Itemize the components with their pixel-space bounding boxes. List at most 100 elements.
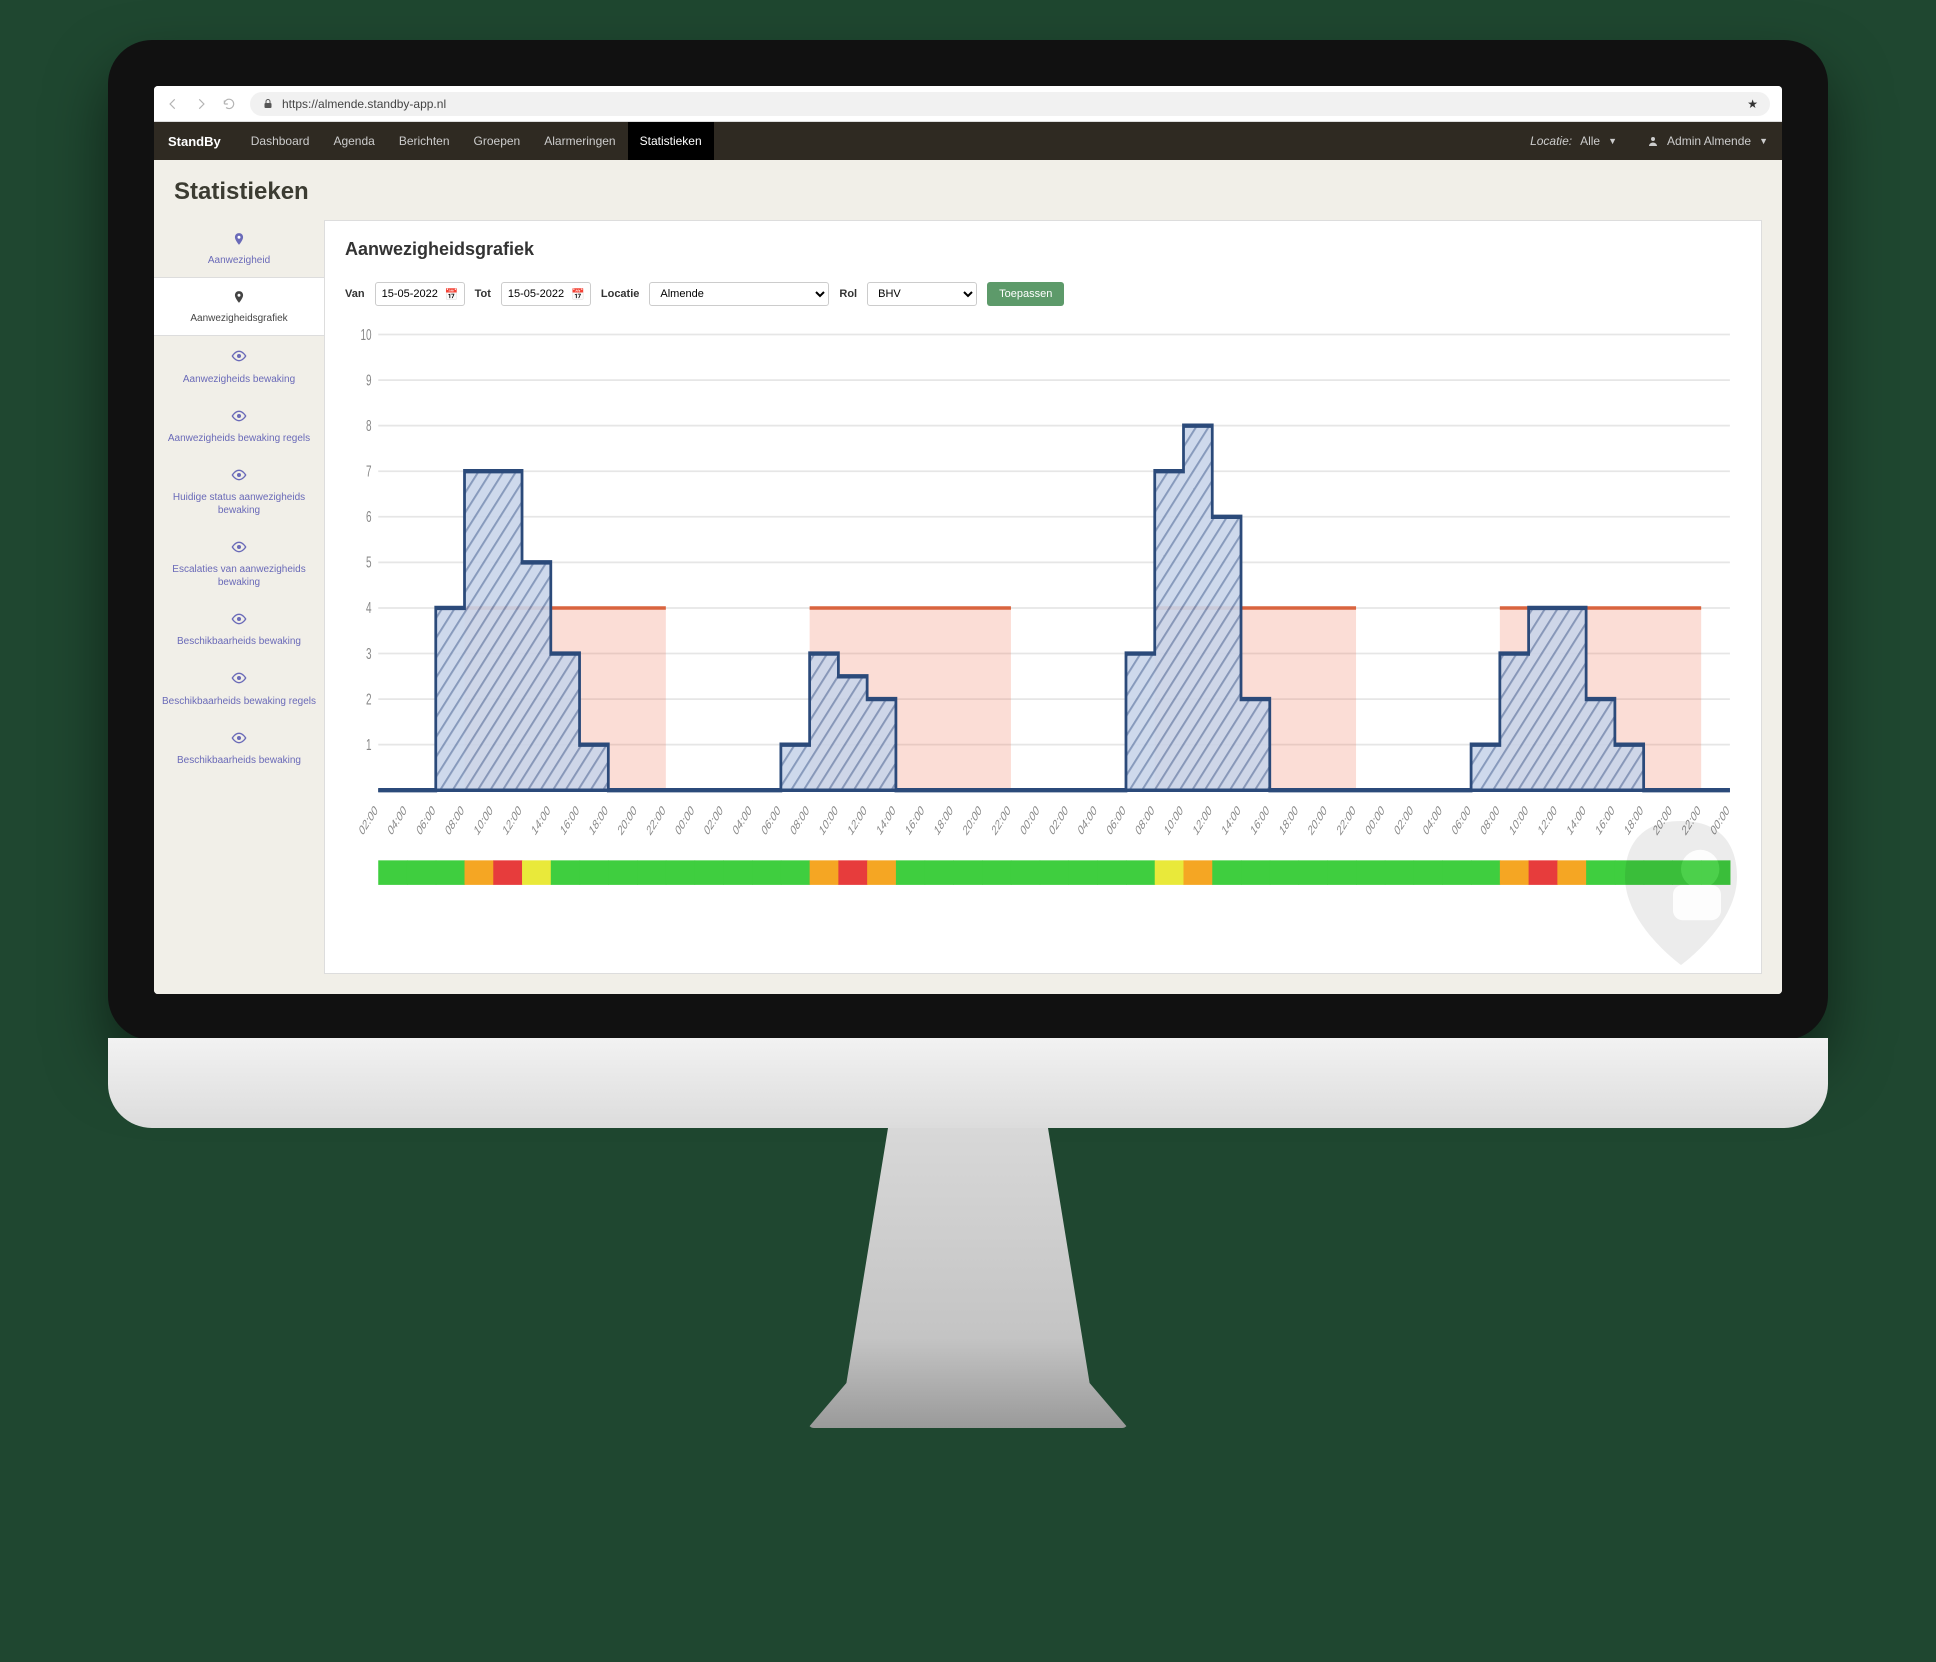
svg-text:08:00: 08:00 <box>1479 802 1502 838</box>
svg-text:22:00: 22:00 <box>645 802 668 838</box>
star-icon[interactable]: ★ <box>1747 97 1758 111</box>
svg-text:22:00: 22:00 <box>1335 802 1358 838</box>
svg-text:16:00: 16:00 <box>1594 802 1617 838</box>
rol-select[interactable]: BHV <box>867 282 977 306</box>
svg-text:06:00: 06:00 <box>1450 802 1473 838</box>
sidebar-item-6[interactable]: Beschikbaarheids bewaking <box>154 599 324 658</box>
svg-text:04:00: 04:00 <box>731 802 754 838</box>
svg-text:16:00: 16:00 <box>559 802 582 838</box>
nav-item-dashboard[interactable]: Dashboard <box>239 122 322 160</box>
svg-text:10:00: 10:00 <box>472 802 495 838</box>
sidebar-item-7[interactable]: Beschikbaarheids bewaking regels <box>154 658 324 717</box>
svg-text:20:00: 20:00 <box>1651 802 1674 838</box>
svg-text:08:00: 08:00 <box>789 802 812 838</box>
svg-text:10:00: 10:00 <box>817 802 840 838</box>
sidebar-item-2[interactable]: Aanwezigheids bewaking <box>154 336 324 395</box>
location-value[interactable]: Alle <box>1580 134 1600 148</box>
sidebar: AanwezigheidAanwezigheidsgrafiekAanwezig… <box>154 220 324 994</box>
filters: Van 📅 Tot 📅 Locatie Almende <box>345 282 1741 306</box>
svg-text:00:00: 00:00 <box>1019 802 1042 838</box>
svg-text:02:00: 02:00 <box>357 802 380 838</box>
app-nav: StandBy DashboardAgendaBerichtenGroepenA… <box>154 122 1782 160</box>
presence-chart: 1234567891002:0004:0006:0008:0010:0012:0… <box>345 324 1741 955</box>
svg-text:12:00: 12:00 <box>1191 802 1214 838</box>
svg-text:7: 7 <box>366 462 372 480</box>
svg-text:02:00: 02:00 <box>702 802 725 838</box>
svg-text:10:00: 10:00 <box>1162 802 1185 838</box>
pin-icon <box>160 290 318 308</box>
pin-icon <box>160 232 318 250</box>
sidebar-item-4[interactable]: Huidige status aanwezigheids bewaking <box>154 455 324 527</box>
nav-item-groepen[interactable]: Groepen <box>462 122 533 160</box>
svg-text:08:00: 08:00 <box>444 802 467 838</box>
brand[interactable]: StandBy <box>168 134 221 149</box>
svg-text:18:00: 18:00 <box>932 802 955 838</box>
reload-icon[interactable] <box>222 97 236 111</box>
svg-text:5: 5 <box>366 553 372 571</box>
svg-text:02:00: 02:00 <box>1047 802 1070 838</box>
url-text: https://almende.standby-app.nl <box>282 97 446 111</box>
svg-text:02:00: 02:00 <box>1393 802 1416 838</box>
svg-text:20:00: 20:00 <box>1306 802 1329 838</box>
chevron-down-icon[interactable]: ▼ <box>1759 136 1768 146</box>
user-icon <box>1647 135 1659 147</box>
monitor-stand <box>808 1128 1128 1428</box>
svg-text:18:00: 18:00 <box>587 802 610 838</box>
nav-item-statistieken[interactable]: Statistieken <box>628 122 714 160</box>
sidebar-item-1[interactable]: Aanwezigheidsgrafiek <box>154 277 324 336</box>
rol-label: Rol <box>839 288 857 300</box>
svg-text:10:00: 10:00 <box>1508 802 1531 838</box>
sidebar-item-3[interactable]: Aanwezigheids bewaking regels <box>154 396 324 455</box>
svg-text:16:00: 16:00 <box>1249 802 1272 838</box>
user-name[interactable]: Admin Almende <box>1667 134 1751 148</box>
svg-text:06:00: 06:00 <box>760 802 783 838</box>
svg-text:16:00: 16:00 <box>904 802 927 838</box>
locatie-select[interactable]: Almende <box>649 282 829 306</box>
nav-item-berichten[interactable]: Berichten <box>387 122 462 160</box>
svg-text:4: 4 <box>366 599 372 617</box>
screen: https://almende.standby-app.nl ★ StandBy… <box>154 86 1782 994</box>
nav-item-alarmeringen[interactable]: Alarmeringen <box>532 122 627 160</box>
svg-text:22:00: 22:00 <box>990 802 1013 838</box>
svg-text:3: 3 <box>366 644 372 662</box>
van-input[interactable] <box>375 282 465 306</box>
eye-icon <box>160 539 318 559</box>
address-bar[interactable]: https://almende.standby-app.nl ★ <box>250 92 1770 116</box>
svg-text:6: 6 <box>366 508 372 526</box>
eye-icon <box>160 611 318 631</box>
sidebar-item-8[interactable]: Beschikbaarheids bewaking <box>154 718 324 777</box>
svg-text:14:00: 14:00 <box>875 802 898 838</box>
chevron-down-icon[interactable]: ▼ <box>1608 136 1617 146</box>
eye-icon <box>160 348 318 368</box>
svg-text:14:00: 14:00 <box>530 802 553 838</box>
svg-text:18:00: 18:00 <box>1278 802 1301 838</box>
panel-heading: Aanwezigheidsgrafiek <box>345 239 1741 260</box>
svg-text:06:00: 06:00 <box>415 802 438 838</box>
svg-text:06:00: 06:00 <box>1105 802 1128 838</box>
svg-text:08:00: 08:00 <box>1134 802 1157 838</box>
main-panel: Aanwezigheidsgrafiek Van 📅 Tot 📅 Locatie <box>324 220 1762 974</box>
sidebar-item-5[interactable]: Escalaties van aanwezigheids bewaking <box>154 527 324 599</box>
eye-icon <box>160 408 318 428</box>
svg-text:04:00: 04:00 <box>1076 802 1099 838</box>
svg-text:18:00: 18:00 <box>1623 802 1646 838</box>
tot-input[interactable] <box>501 282 591 306</box>
svg-text:8: 8 <box>366 417 372 435</box>
svg-text:14:00: 14:00 <box>1220 802 1243 838</box>
apply-button[interactable]: Toepassen <box>987 282 1064 306</box>
page: Statistieken AanwezigheidAanwezigheidsgr… <box>154 160 1782 994</box>
page-title: Statistieken <box>154 160 1782 220</box>
svg-text:04:00: 04:00 <box>1421 802 1444 838</box>
location-label: Locatie: <box>1530 134 1572 148</box>
nav-item-agenda[interactable]: Agenda <box>321 122 386 160</box>
svg-text:00:00: 00:00 <box>1709 802 1732 838</box>
van-label: Van <box>345 288 365 300</box>
browser-chrome: https://almende.standby-app.nl ★ <box>154 86 1782 122</box>
monitor-frame: https://almende.standby-app.nl ★ StandBy… <box>108 40 1828 1040</box>
tot-label: Tot <box>475 288 491 300</box>
svg-text:9: 9 <box>366 371 372 389</box>
back-icon[interactable] <box>166 97 180 111</box>
sidebar-item-0[interactable]: Aanwezigheid <box>154 220 324 277</box>
monitor-chin <box>108 1038 1828 1128</box>
forward-icon[interactable] <box>194 97 208 111</box>
